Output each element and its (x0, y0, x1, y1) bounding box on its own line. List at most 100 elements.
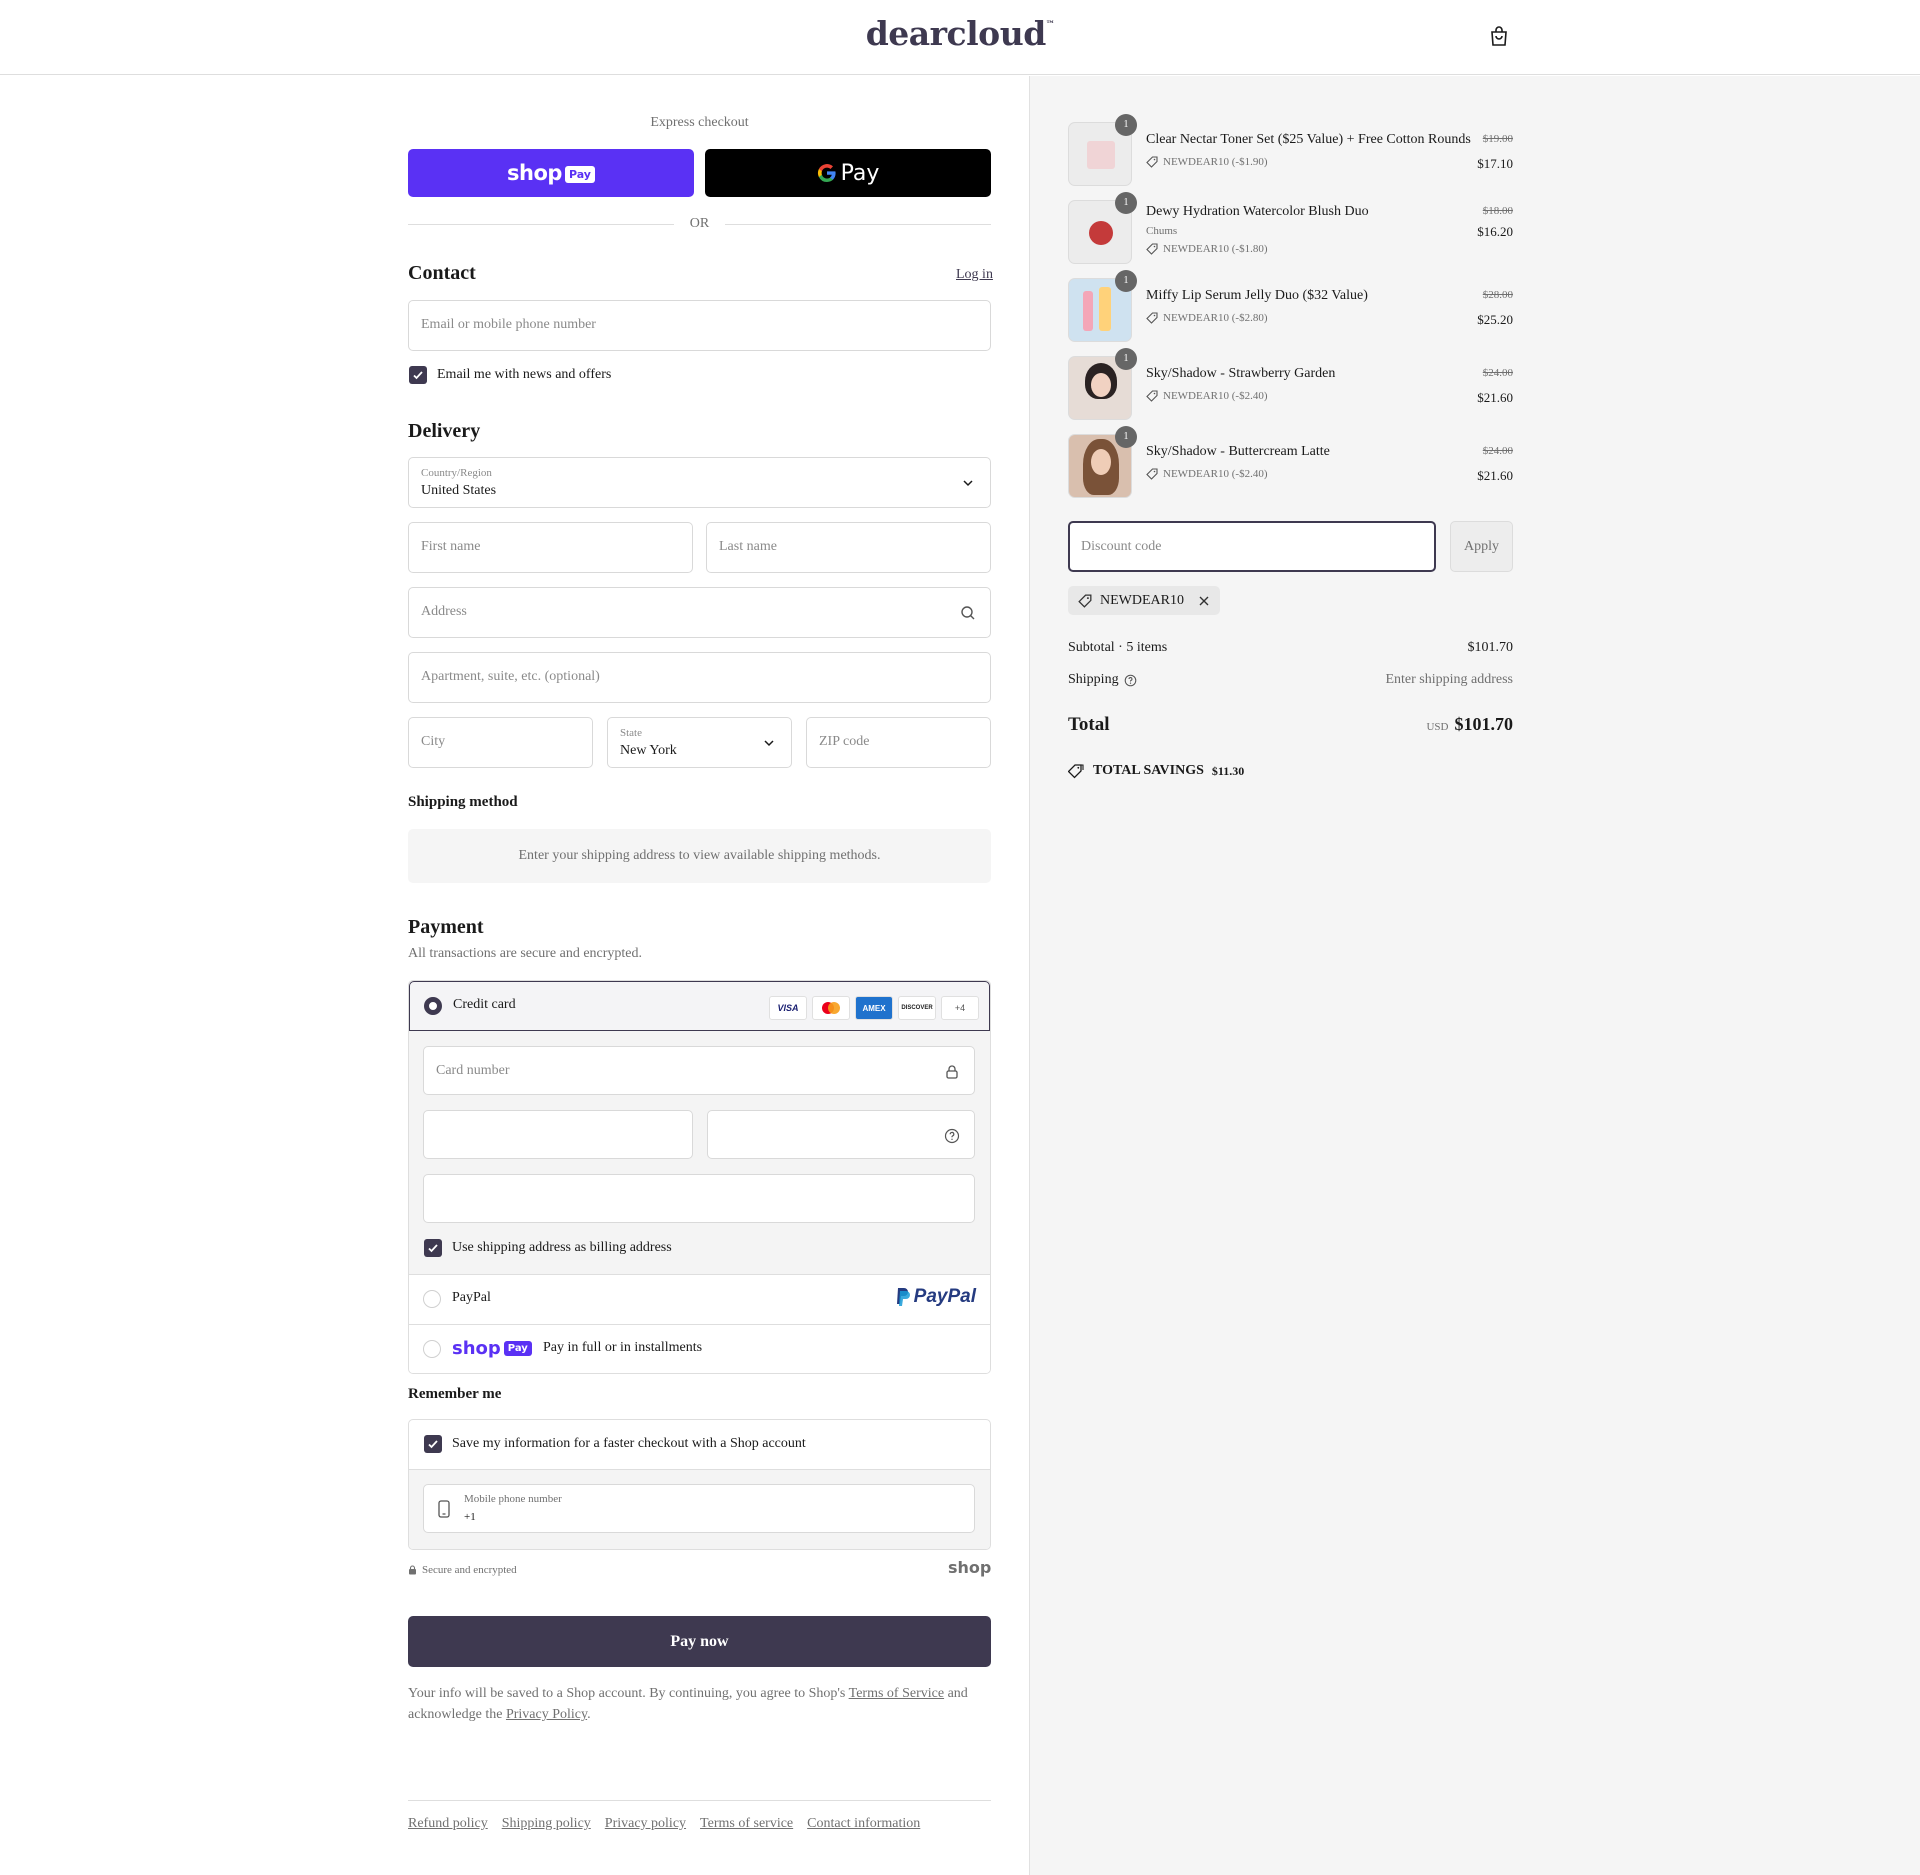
save-info-checkbox[interactable] (424, 1435, 442, 1453)
order-summary-panel (1029, 76, 1920, 1875)
billing-address-checkbox[interactable] (424, 1239, 442, 1257)
first-name-field[interactable]: First name (408, 522, 693, 573)
contact-information-link[interactable]: Contact information (807, 1816, 920, 1832)
product-discount: NEWDEAR10 (-$2.40) (1146, 390, 1267, 402)
last-name-field[interactable]: Last name (706, 522, 991, 573)
product-discount: NEWDEAR10 (-$1.80) (1146, 243, 1267, 255)
shop-pay-label: Pay in full or in installments (543, 1340, 703, 1355)
city-field[interactable]: City (408, 717, 593, 768)
privacy-policy-link[interactable]: Privacy Policy (506, 1707, 587, 1722)
country-select[interactable]: Country/Region United States (408, 457, 991, 508)
phone-section: Mobile phone number +1 (409, 1469, 990, 1549)
lock-icon (946, 1065, 958, 1079)
legal-text-3: . (587, 1707, 591, 1722)
quantity-badge: 1 (1115, 270, 1137, 292)
paypal-p-icon (896, 1288, 910, 1306)
total-amount: USD $101.70 (1426, 714, 1513, 735)
shipping-value: Enter shipping address (1385, 672, 1513, 687)
total-row: Total USD $101.70 (1068, 714, 1513, 736)
product-variant: Chums (1146, 225, 1178, 237)
original-price: $19.00 (1482, 133, 1513, 145)
credit-card-option[interactable]: Credit card VISA AMEX DISCOVER +4 (409, 981, 990, 1031)
product-image-face (1091, 449, 1111, 475)
apartment-field[interactable]: Apartment, suite, etc. (optional) (408, 652, 991, 703)
refund-policy-link[interactable]: Refund policy (408, 1816, 488, 1832)
legal-text-1: Your info will be saved to a Shop accoun… (408, 1686, 849, 1701)
product-discount-label: NEWDEAR10 (-$2.40) (1163, 390, 1268, 402)
shipping-policy-link[interactable]: Shipping policy (502, 1816, 591, 1832)
shop-pay-word: shop (452, 1338, 501, 1359)
mastercard-icon (812, 996, 850, 1020)
express-checkout-label: Express checkout (650, 115, 749, 130)
cart-item: 1 Sky/Shadow - Strawberry Garden NEWDEAR… (1068, 348, 1513, 422)
quantity-badge: 1 (1115, 114, 1137, 136)
shop-pay-button[interactable]: shop Pay (408, 149, 694, 197)
help-circle-icon[interactable] (944, 1128, 960, 1144)
mobile-phone-label: Mobile phone number (464, 1493, 562, 1505)
name-on-card-field[interactable] (423, 1174, 975, 1223)
discounted-price: $21.60 (1477, 390, 1513, 405)
help-circle-icon[interactable] (1124, 674, 1137, 687)
product-discount-label: NEWDEAR10 (-$2.40) (1163, 468, 1268, 480)
product-image (1087, 141, 1115, 169)
checkmark-icon (428, 1244, 438, 1253)
expiration-date-field[interactable] (423, 1110, 693, 1159)
product-name: Clear Nectar Toner Set ($25 Value) + Fre… (1146, 132, 1471, 147)
cart-item: 1 Sky/Shadow - Buttercream Latte NEWDEAR… (1068, 426, 1513, 500)
mobile-phone-field[interactable]: Mobile phone number +1 (423, 1484, 975, 1533)
cart-item: 1 Miffy Lip Serum Jelly Duo ($32 Value) … (1068, 270, 1513, 344)
quantity-badge: 1 (1115, 348, 1137, 370)
subtotal-value: $101.70 (1467, 640, 1514, 655)
paypal-radio[interactable] (423, 1290, 441, 1308)
google-pay-button[interactable]: Pay (705, 149, 991, 197)
pay-now-button[interactable]: Pay now (408, 1616, 991, 1667)
shopping-bag-icon[interactable] (1487, 24, 1511, 48)
footer-divider (408, 1800, 991, 1801)
news-checkbox[interactable] (409, 366, 427, 384)
shop-pay-radio[interactable] (423, 1340, 441, 1358)
email-field[interactable]: Email or mobile phone number (408, 300, 991, 351)
card-number-field[interactable]: Card number (423, 1046, 975, 1095)
discount-code-placeholder: Discount code (1081, 539, 1162, 554)
store-logo[interactable]: dearcloud™ (0, 14, 1920, 53)
paypal-option[interactable]: PayPal PayPal (409, 1274, 990, 1324)
shop-logo: shop (948, 1558, 992, 1577)
zip-field[interactable]: ZIP code (806, 717, 991, 768)
subtotal-label: Subtotal · 5 items (1068, 640, 1168, 655)
close-icon[interactable] (1198, 595, 1210, 607)
credit-card-radio[interactable] (424, 997, 442, 1015)
header: dearcloud™ (0, 0, 1920, 75)
terms-of-service-footer-link[interactable]: Terms of service (700, 1816, 793, 1832)
shop-pay-option[interactable]: shop Pay Pay in full or in installments (409, 1324, 990, 1373)
discount-code-field[interactable]: Discount code (1068, 521, 1436, 572)
paypal-label: PayPal (452, 1290, 491, 1305)
address-field[interactable]: Address (408, 587, 991, 638)
apply-discount-button[interactable]: Apply (1450, 521, 1513, 572)
credit-card-form: Card number Use shipping address as bill… (409, 1031, 990, 1274)
paypal-logo: PayPal (895, 1286, 976, 1308)
original-price: $18.00 (1482, 205, 1513, 217)
logo-text: dearcloud (865, 14, 1047, 53)
product-discount-label: NEWDEAR10 (-$1.90) (1163, 156, 1268, 168)
terms-of-service-link[interactable]: Terms of Service (849, 1686, 944, 1701)
security-code-field[interactable] (707, 1110, 975, 1159)
privacy-policy-footer-link[interactable]: Privacy policy (605, 1816, 686, 1832)
payment-methods: Credit card VISA AMEX DISCOVER +4 Card n… (408, 980, 991, 1374)
discounted-price: $25.20 (1477, 312, 1513, 327)
apartment-placeholder: Apartment, suite, etc. (optional) (421, 669, 600, 684)
tag-icon (1078, 594, 1092, 608)
login-link[interactable]: Log in (956, 267, 993, 283)
original-price: $24.00 (1482, 367, 1513, 379)
cart-item: 1 Clear Nectar Toner Set ($25 Value) + F… (1068, 114, 1513, 188)
state-select[interactable]: State New York (607, 717, 792, 768)
card-number-placeholder: Card number (436, 1063, 510, 1078)
product-name: Sky/Shadow - Buttercream Latte (1146, 444, 1330, 459)
country-label: Country/Region (421, 467, 492, 479)
address-placeholder: Address (421, 604, 467, 619)
country-value: United States (421, 483, 497, 498)
tags-icon (1068, 764, 1084, 779)
total-currency: USD (1426, 721, 1449, 733)
search-icon[interactable] (960, 605, 976, 621)
chevron-down-icon (764, 740, 774, 747)
paypal-logo-text: PayPal (913, 1286, 976, 1307)
